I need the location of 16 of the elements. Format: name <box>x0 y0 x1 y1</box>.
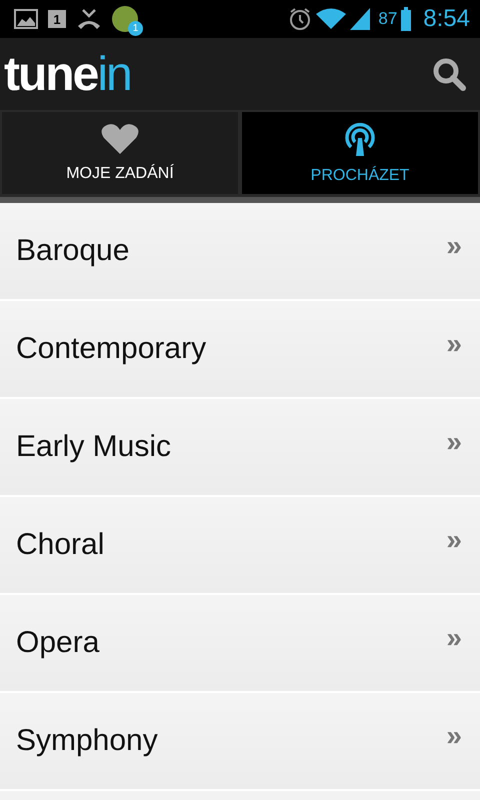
calendar-icon: 1 <box>48 10 66 28</box>
notification-badge: 1 <box>128 21 143 36</box>
app-logo: tunein <box>4 46 131 102</box>
tab[interactable]: MOJE ZADÁNÍ <box>2 112 238 194</box>
heart-icon <box>101 123 139 155</box>
tab[interactable]: PROCHÁZET <box>242 112 478 194</box>
alarm-icon <box>288 7 312 31</box>
missed-call-icon <box>76 8 102 30</box>
message-app-icon <box>112 6 138 32</box>
search-icon[interactable] <box>432 57 466 91</box>
wifi-icon <box>316 8 346 30</box>
clock: 8:54 <box>423 5 470 33</box>
battery-level: 87 <box>378 9 398 29</box>
picture-icon <box>14 9 38 29</box>
signal-icon <box>350 8 370 30</box>
battery-icon <box>401 7 412 31</box>
